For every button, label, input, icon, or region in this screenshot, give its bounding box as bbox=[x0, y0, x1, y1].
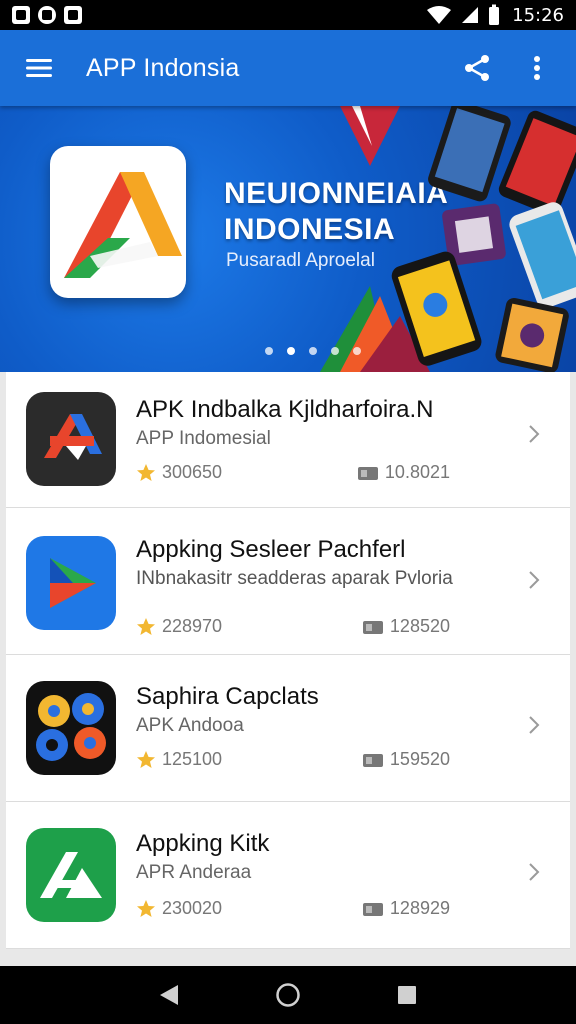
rating-value: 228970 bbox=[162, 616, 223, 636]
chevron-right-icon bbox=[529, 425, 540, 443]
star-icon bbox=[137, 617, 155, 635]
download-icon bbox=[64, 6, 82, 24]
list-item[interactable]: APK Indbalka Kjldharfoira.N APP Indomesi… bbox=[6, 372, 570, 508]
rating-value: 125100 bbox=[162, 749, 223, 769]
recents-square-icon bbox=[397, 986, 416, 1004]
star-icon bbox=[137, 463, 155, 481]
chevron-right-icon bbox=[529, 571, 540, 589]
hamburger-menu-icon bbox=[26, 59, 52, 77]
app-title: APP Indonsia bbox=[86, 53, 240, 82]
rating-value: 300650 bbox=[162, 462, 223, 482]
more-vert-icon bbox=[534, 56, 540, 80]
triangle-logo-icon bbox=[64, 172, 182, 278]
storage-icon bbox=[362, 620, 383, 634]
clock: 15:26 bbox=[512, 4, 564, 26]
carousel-dot[interactable] bbox=[353, 347, 361, 355]
signal-icon bbox=[462, 7, 479, 23]
list-item[interactable]: Saphira Capclats APK Andooa 125100 15952… bbox=[6, 655, 570, 802]
rating: 228970 bbox=[136, 616, 222, 637]
star-icon bbox=[137, 750, 155, 768]
list-item[interactable]: Appking Kitk APR Anderaa 230020 128929 bbox=[6, 802, 570, 949]
rating: 300650 bbox=[136, 462, 222, 483]
downloads: 128929 bbox=[362, 898, 450, 919]
app-name: APK Indbalka Kjldharfoira.N bbox=[136, 396, 434, 423]
notification-icon bbox=[12, 6, 30, 24]
home-circle-icon bbox=[276, 983, 300, 1007]
downloads: 128520 bbox=[362, 616, 450, 637]
list-item[interactable]: Appking Sesleer Pachferl INbnakasitr sea… bbox=[6, 508, 570, 655]
apk-logo-icon bbox=[26, 392, 116, 486]
green-a-icon bbox=[26, 828, 116, 922]
home-button[interactable] bbox=[271, 978, 305, 1012]
share-icon bbox=[465, 55, 489, 81]
play-arrow-icon bbox=[26, 536, 116, 630]
chevron-right-icon bbox=[529, 716, 540, 734]
app-name: Saphira Capclats bbox=[136, 683, 319, 710]
notification-icons bbox=[12, 6, 82, 24]
carousel-dots[interactable] bbox=[0, 347, 576, 355]
star-icon bbox=[137, 899, 155, 917]
sync-icon bbox=[38, 6, 56, 24]
promo-banner[interactable]: NEUIONNEIAIA INDONESIA Pusaradl Aproelal bbox=[0, 106, 576, 372]
menu-button[interactable] bbox=[18, 47, 60, 89]
downloads-value: 128929 bbox=[389, 898, 450, 918]
system-nav-bar bbox=[0, 966, 576, 1024]
app-name: Appking Kitk bbox=[136, 830, 270, 857]
status-bar: 15:26 bbox=[0, 0, 576, 30]
downloads-value: 159520 bbox=[389, 749, 450, 769]
downloads: 10.8021 bbox=[357, 462, 450, 483]
downloads-value: 128520 bbox=[389, 616, 450, 636]
storage-icon bbox=[362, 902, 383, 916]
app-bar: APP Indonsia bbox=[0, 30, 576, 106]
app-description: APP Indomesial bbox=[136, 428, 271, 449]
rating-value: 230020 bbox=[162, 898, 223, 918]
chevron-right-icon bbox=[529, 863, 540, 881]
app-name: Appking Sesleer Pachferl bbox=[136, 536, 406, 563]
rating: 125100 bbox=[136, 749, 222, 770]
carousel-dot[interactable] bbox=[265, 347, 273, 355]
app-description: INbnakasitr seadderas aparak Pvloria bbox=[136, 568, 453, 589]
downloads: 159520 bbox=[362, 749, 450, 770]
back-triangle-icon bbox=[160, 985, 179, 1005]
storage-icon bbox=[357, 466, 378, 480]
back-button[interactable] bbox=[152, 978, 186, 1012]
downloads-value: 10.8021 bbox=[384, 462, 450, 482]
rating: 230020 bbox=[136, 898, 222, 919]
battery-icon bbox=[489, 4, 500, 25]
recents-button[interactable] bbox=[390, 978, 424, 1012]
storage-icon bbox=[362, 753, 383, 767]
carousel-dot[interactable] bbox=[331, 347, 339, 355]
overflow-menu-button[interactable] bbox=[516, 47, 558, 89]
app-description: APK Andooa bbox=[136, 715, 244, 736]
app-description: APR Anderaa bbox=[136, 862, 252, 883]
share-button[interactable] bbox=[456, 47, 498, 89]
carousel-dot[interactable] bbox=[287, 347, 295, 355]
wifi-icon bbox=[427, 6, 452, 24]
phones-artwork bbox=[320, 106, 576, 372]
carousel-dot[interactable] bbox=[309, 347, 317, 355]
banner-app-logo bbox=[50, 146, 186, 298]
circles-logo-icon bbox=[26, 681, 116, 775]
app-list: APK Indbalka Kjldharfoira.N APP Indomesi… bbox=[0, 372, 576, 966]
